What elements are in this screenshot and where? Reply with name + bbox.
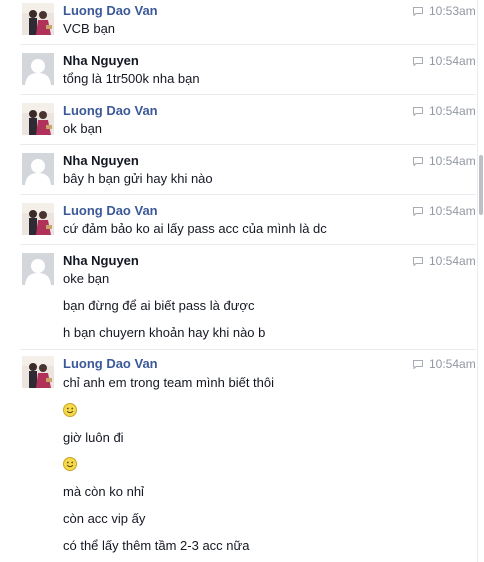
message-divider	[20, 349, 476, 350]
message-divider	[20, 94, 476, 95]
profile-photo-icon	[22, 203, 54, 235]
message-divider	[20, 244, 476, 245]
chat-bubble-icon	[413, 359, 423, 369]
chat-bubble-icon	[413, 256, 423, 266]
sender-name[interactable]: Luong Dao Van	[63, 356, 158, 371]
message-text: bây h bạn gửi hay khi nào	[63, 171, 213, 186]
message-timestamp: 10:54am	[413, 357, 476, 371]
message-text: chỉ anh em trong team mình biết thôi	[63, 375, 275, 390]
timestamp-text: 10:54am	[429, 54, 476, 68]
message-divider	[20, 44, 476, 45]
message-text: VCB bạn	[63, 21, 116, 36]
timestamp-text: 10:54am	[429, 204, 476, 218]
avatar-nha-nguyen[interactable]	[22, 153, 54, 185]
profile-photo-icon	[22, 103, 54, 135]
timestamp-text: 10:54am	[429, 104, 476, 118]
timestamp-text: 10:54am	[429, 357, 476, 371]
message-text: h bạn chuyern khoản hay khi nào b	[63, 325, 266, 340]
message-text: bạn đừng để ai biết pass là được	[63, 298, 255, 313]
message-text: tổng là 1tr500k nha bạn	[63, 71, 200, 86]
timestamp-text: 10:54am	[429, 154, 476, 168]
smiley-icon	[63, 403, 77, 417]
timestamp-text: 10:53am	[429, 4, 476, 18]
default-avatar-icon	[22, 153, 54, 185]
avatar-luong-dao-van[interactable]	[22, 103, 54, 135]
avatar-nha-nguyen[interactable]	[22, 53, 54, 85]
chat-bubble-icon	[413, 106, 423, 116]
chat-bubble-icon	[413, 206, 423, 216]
message-text: có thể lấy thêm tầm 2-3 acc nữa	[63, 538, 250, 553]
sender-name[interactable]: Nha Nguyen	[63, 253, 139, 268]
message-text: mà còn ko nhỉ	[63, 484, 144, 499]
message-text: oke bạn	[63, 271, 110, 286]
sender-name[interactable]: Luong Dao Van	[63, 3, 158, 18]
message-text: còn acc vip ấy	[63, 511, 146, 526]
scrollbar-thumb[interactable]	[479, 155, 483, 215]
scrollbar-track[interactable]	[477, 0, 484, 562]
message-text: ok bạn	[63, 121, 103, 136]
timestamp-text: 10:54am	[429, 254, 476, 268]
message-timestamp: 10:54am	[413, 154, 476, 168]
avatar-nha-nguyen[interactable]	[22, 253, 54, 285]
default-avatar-icon	[22, 53, 54, 85]
avatar-luong-dao-van[interactable]	[22, 356, 54, 388]
default-avatar-icon	[22, 253, 54, 285]
message-text: giờ luôn đi	[63, 430, 124, 445]
chat-bubble-icon	[413, 56, 423, 66]
sender-name[interactable]: Luong Dao Van	[63, 203, 158, 218]
message-text: cứ đảm bảo ko ai lấy pass acc của mình l…	[63, 221, 327, 236]
chat-bubble-icon	[413, 156, 423, 166]
message-timestamp: 10:53am	[413, 4, 476, 18]
message-timestamp: 10:54am	[413, 204, 476, 218]
chat-conversation: Luong Dao Van 10:53am VCB bạn Nha Nguyen…	[0, 0, 478, 562]
avatar-luong-dao-van[interactable]	[22, 3, 54, 35]
avatar-luong-dao-van[interactable]	[22, 203, 54, 235]
message-timestamp: 10:54am	[413, 54, 476, 68]
sender-name[interactable]: Nha Nguyen	[63, 153, 139, 168]
profile-photo-icon	[22, 356, 54, 388]
message-timestamp: 10:54am	[413, 254, 476, 268]
sender-name[interactable]: Luong Dao Van	[63, 103, 158, 118]
smiley-icon	[63, 457, 77, 471]
message-timestamp: 10:54am	[413, 104, 476, 118]
message-divider	[20, 144, 476, 145]
chat-bubble-icon	[413, 6, 423, 16]
sender-name[interactable]: Nha Nguyen	[63, 53, 139, 68]
message-divider	[20, 194, 476, 195]
profile-photo-icon	[22, 3, 54, 35]
